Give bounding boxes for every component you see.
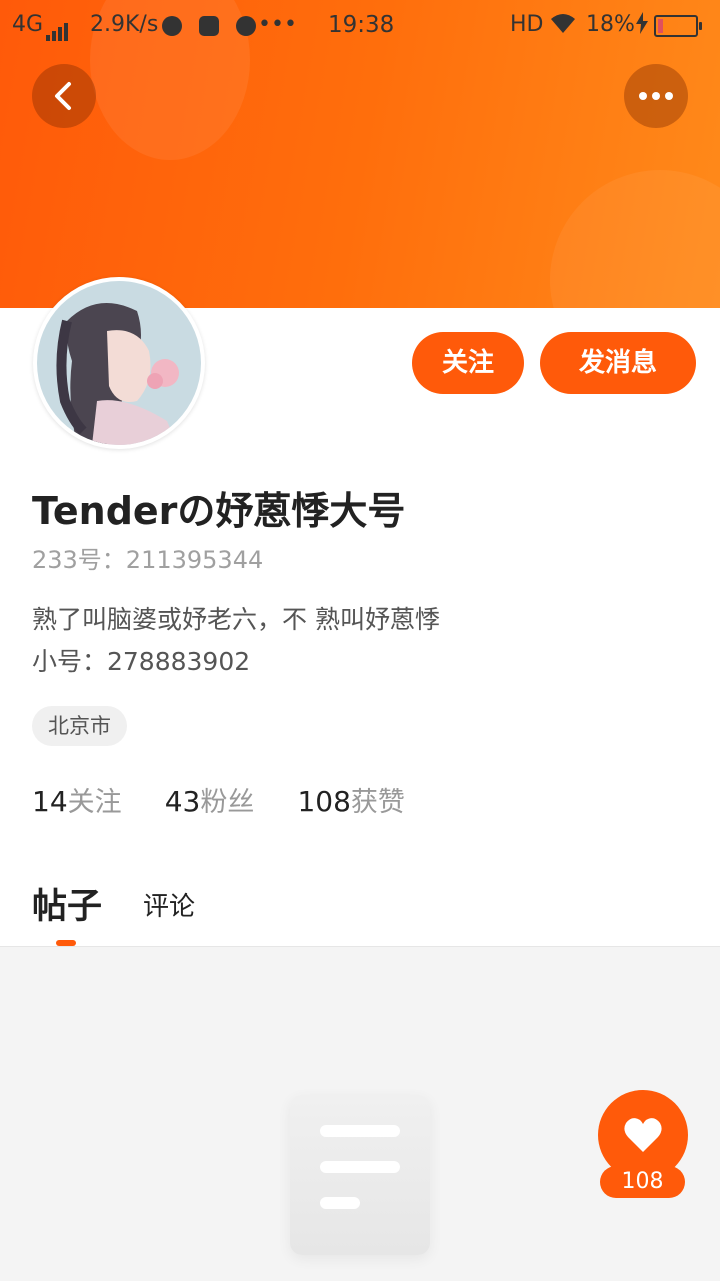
signal-icon [46,16,70,41]
following-count: 14 [32,785,68,818]
follow-button[interactable]: 关注 [412,332,524,394]
more-options-button[interactable] [624,64,688,128]
back-button[interactable] [32,64,96,128]
likes-label: 获赞 [350,787,405,818]
avatar[interactable] [33,277,205,449]
charging-icon [636,12,648,40]
tab-comments[interactable]: 评论 [143,886,195,923]
banner-decoration [550,170,720,308]
notification-icons [162,13,256,38]
network-speed: 2.9K/s [90,12,159,37]
profile-user-id: 233号：211395344 [32,546,264,574]
fans-count: 43 [164,785,201,818]
following-label: 关注 [67,787,122,818]
chevron-left-icon [55,82,71,110]
clock: 19:38 [328,12,395,38]
battery-icon [654,13,702,38]
avatar-image [37,281,201,445]
network-type: 4G [12,12,44,37]
tab-posts[interactable]: 帖子 [32,878,102,929]
profile-username: Tenderの妤蒽悸大号 [32,489,406,533]
likes-count: 108 [297,785,351,818]
video-app-icon [199,16,219,36]
send-message-button[interactable]: 发消息 [540,332,696,394]
fans-label: 粉丝 [200,787,255,818]
like-count-badge: 108 [600,1166,685,1198]
status-bar: 4G 2.9K/s ••• 19:38 HD 18% [0,0,720,50]
app-notification-icon [236,16,256,36]
wifi-icon [548,10,578,42]
profile-stats: 14关注 43粉丝 108获赞 [32,780,443,819]
ellipsis-icon [639,92,673,100]
profile-tabs: 帖子 评论 [0,870,720,946]
following-stat[interactable]: 14关注 [32,780,122,819]
fans-stat[interactable]: 43粉丝 [165,780,255,819]
location-tag: 北京市 [32,706,127,746]
browser-icon [162,16,182,36]
likes-stat: 108获赞 [297,780,404,819]
profile-bio-line: 小号：278883902 [32,647,251,676]
empty-document-icon [290,1095,430,1255]
profile-bio-line: 熟了叫脑婆或妤老六，不 熟叫妤蒽悸 [32,605,440,634]
more-notifications-icon: ••• [258,12,297,37]
hd-indicator: HD [510,12,544,37]
battery-percent: 18% [586,12,635,37]
